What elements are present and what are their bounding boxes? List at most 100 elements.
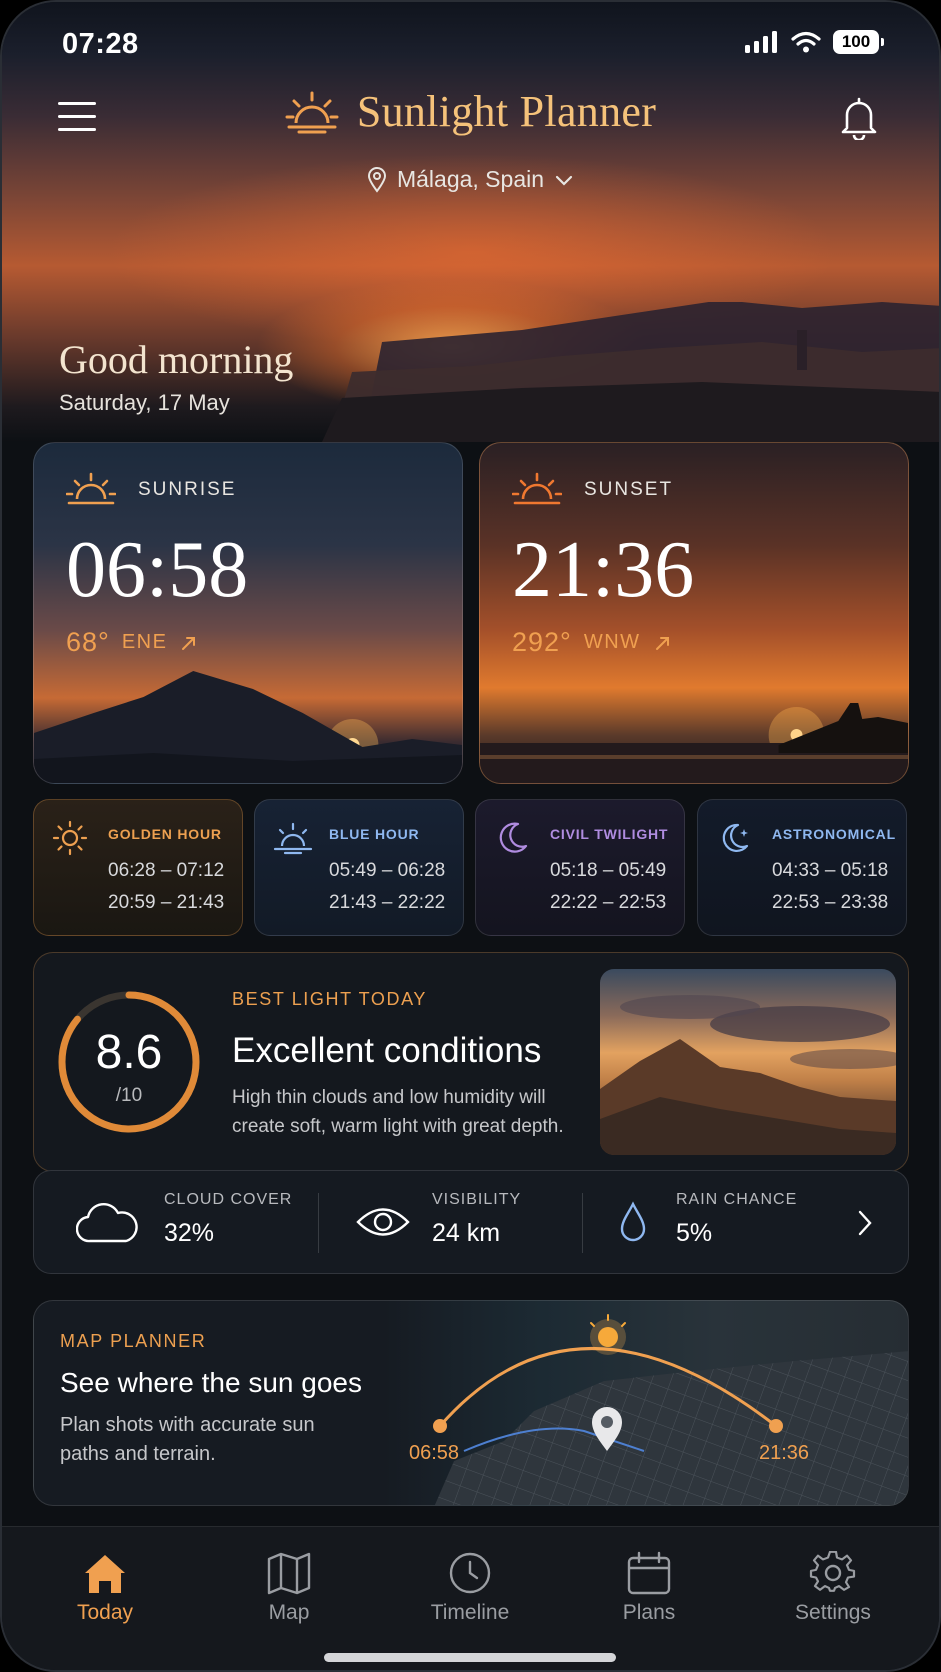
blue-hour-morning: 05:49 – 06:28 — [329, 860, 446, 881]
visibility-label: VISIBILITY — [432, 1191, 522, 1208]
sunrise-direction: 68° ENE — [66, 627, 199, 658]
sunrise-time: 06:58 — [66, 526, 249, 614]
chevron-right-icon[interactable] — [856, 1209, 874, 1237]
calendar-icon — [627, 1551, 671, 1595]
golden-hour-evening: 20:59 – 21:43 — [108, 892, 225, 913]
map-planner-title: See where the sun goes — [60, 1367, 362, 1398]
clock-icon — [449, 1552, 491, 1594]
astronomical-card[interactable]: ASTRONOMICAL 04:33 – 05:18 22:53 – 23:38 — [697, 799, 907, 936]
battery-indicator: 100 — [833, 30, 884, 54]
stats-divider — [318, 1193, 319, 1253]
notifications-bell-icon[interactable] — [839, 96, 879, 140]
rain-chance-label: RAIN CHANCE — [676, 1191, 798, 1208]
best-light-description: High thin clouds and low humidity will c… — [232, 1087, 564, 1137]
astronomical-morning: 04:33 – 05:18 — [772, 860, 889, 881]
map-planner-label: MAP PLANNER — [60, 1331, 207, 1351]
arrow-northeast-icon — [182, 636, 196, 650]
tab-settings[interactable]: Settings — [763, 1551, 903, 1625]
greeting-title: Good morning — [59, 337, 294, 382]
chevron-down-icon — [555, 175, 573, 186]
score-max: /10 — [115, 1085, 143, 1106]
arrow-northeast-icon — [655, 636, 669, 650]
moon-icon — [499, 822, 528, 853]
blue-hour-sunrise-icon — [273, 822, 313, 855]
civil-twilight-morning: 05:18 – 05:49 — [550, 860, 667, 881]
blue-hour-label: BLUE HOUR — [329, 826, 420, 842]
map-icon — [267, 1552, 311, 1595]
sunset-card[interactable]: SUNSET 21:36 292° WNW — [479, 442, 909, 784]
moon-star-icon — [722, 823, 749, 853]
astronomical-label: ASTRONOMICAL — [772, 826, 896, 842]
location-pin-icon — [367, 166, 386, 193]
tab-timeline-label: Timeline — [430, 1601, 510, 1624]
sunset-degrees: 292° — [512, 627, 572, 657]
gear-icon — [809, 1551, 856, 1592]
location-selector[interactable]: Málaga, Spain — [2, 166, 939, 193]
stats-divider — [582, 1193, 583, 1253]
blue-hour-card[interactable]: BLUE HOUR 05:49 – 06:28 21:43 – 22:22 — [254, 799, 464, 936]
astronomical-evening: 22:53 – 23:38 — [772, 892, 889, 913]
golden-hour-label: GOLDEN HOUR — [108, 826, 222, 842]
sunset-label: SUNSET — [584, 479, 674, 500]
status-indicators: 100 — [745, 30, 884, 54]
tab-today[interactable]: Today — [35, 1551, 175, 1625]
map-end-time: 21:36 — [759, 1442, 809, 1464]
app-screen: 07:28 100 Sunlight Planner Málaga, Spain… — [0, 0, 941, 1672]
blue-hour-evening: 21:43 – 22:22 — [329, 892, 446, 913]
sunset-icon — [512, 472, 562, 505]
tab-timeline[interactable]: Timeline — [400, 1551, 540, 1625]
tab-settings-label: Settings — [795, 1601, 871, 1624]
sunrise-compass: ENE — [121, 631, 168, 653]
sunrise-label: SUNRISE — [138, 479, 237, 500]
sunrise-card[interactable]: SUNRISE 06:58 68° ENE — [33, 442, 463, 784]
sunrise-marker — [433, 1419, 447, 1433]
tab-map-label: Map — [268, 1601, 310, 1624]
tab-plans[interactable]: Plans — [579, 1551, 719, 1625]
cloud-icon — [76, 1202, 138, 1243]
map-start-time: 06:58 — [409, 1442, 459, 1464]
sunset-scene-image — [480, 703, 908, 783]
civil-twilight-card[interactable]: CIVIL TWILIGHT 05:18 – 05:49 22:22 – 22:… — [475, 799, 685, 936]
best-light-card[interactable]: 8.6 /10 BEST LIGHT TODAY Excellent condi… — [33, 952, 909, 1172]
home-indicator — [324, 1653, 616, 1662]
golden-hour-morning: 06:28 – 07:12 — [108, 860, 225, 881]
status-time: 07:28 — [62, 28, 139, 60]
sun-icon — [52, 820, 88, 856]
map-planner-card[interactable]: 06:58 21:36 MAP PLANNER See where the su… — [33, 1300, 909, 1506]
cloud-cover-label: CLOUD COVER — [164, 1191, 293, 1208]
eye-icon — [356, 1208, 410, 1236]
mountain-sunset-photo — [600, 969, 896, 1155]
cloud-cover-value: 32% — [164, 1219, 215, 1247]
bottom-tab-bar: Today Map Timeline Plans Settings — [2, 1526, 939, 1670]
rain-chance-value: 5% — [676, 1219, 713, 1247]
best-light-label: BEST LIGHT TODAY — [232, 989, 427, 1009]
greeting-date: Saturday, 17 May — [59, 390, 230, 415]
tab-map[interactable]: Map — [219, 1551, 359, 1625]
sunset-time: 21:36 — [512, 526, 695, 614]
score-value: 8.6 — [95, 1026, 163, 1079]
sunrise-icon — [66, 472, 116, 505]
best-light-title: Excellent conditions — [232, 1031, 542, 1070]
sun-logo-icon — [285, 91, 339, 133]
civil-twilight-evening: 22:22 – 22:53 — [550, 892, 667, 913]
map-planner-description: Plan shots with accurate sun paths and t… — [60, 1414, 315, 1465]
weather-stats-card[interactable]: CLOUD COVER 32% VISIBILITY 24 km RAIN CH… — [33, 1170, 909, 1274]
sunrise-degrees: 68° — [66, 627, 110, 657]
sunset-direction: 292° WNW — [512, 627, 673, 658]
visibility-stat: VISIBILITY 24 km — [432, 1191, 521, 1248]
sun-path-map: 06:58 21:36 — [409, 1314, 908, 1505]
raindrop-icon — [620, 1201, 646, 1242]
cloud-cover-stat: CLOUD COVER 32% — [164, 1191, 292, 1248]
home-icon — [85, 1555, 125, 1593]
golden-hour-card[interactable]: GOLDEN HOUR 06:28 – 07:12 20:59 – 21:43 — [33, 799, 243, 936]
app-title: Sunlight Planner — [356, 87, 657, 136]
sunset-marker — [769, 1419, 783, 1433]
sunrise-scene-image — [34, 671, 462, 783]
app-header: Sunlight Planner — [2, 86, 939, 137]
tab-plans-label: Plans — [622, 1601, 676, 1624]
visibility-value: 24 km — [432, 1219, 501, 1247]
location-name: Málaga, Spain — [396, 166, 545, 192]
rain-chance-stat: RAIN CHANCE 5% — [676, 1191, 797, 1248]
tab-today-label: Today — [76, 1601, 134, 1624]
wifi-icon — [791, 31, 821, 53]
